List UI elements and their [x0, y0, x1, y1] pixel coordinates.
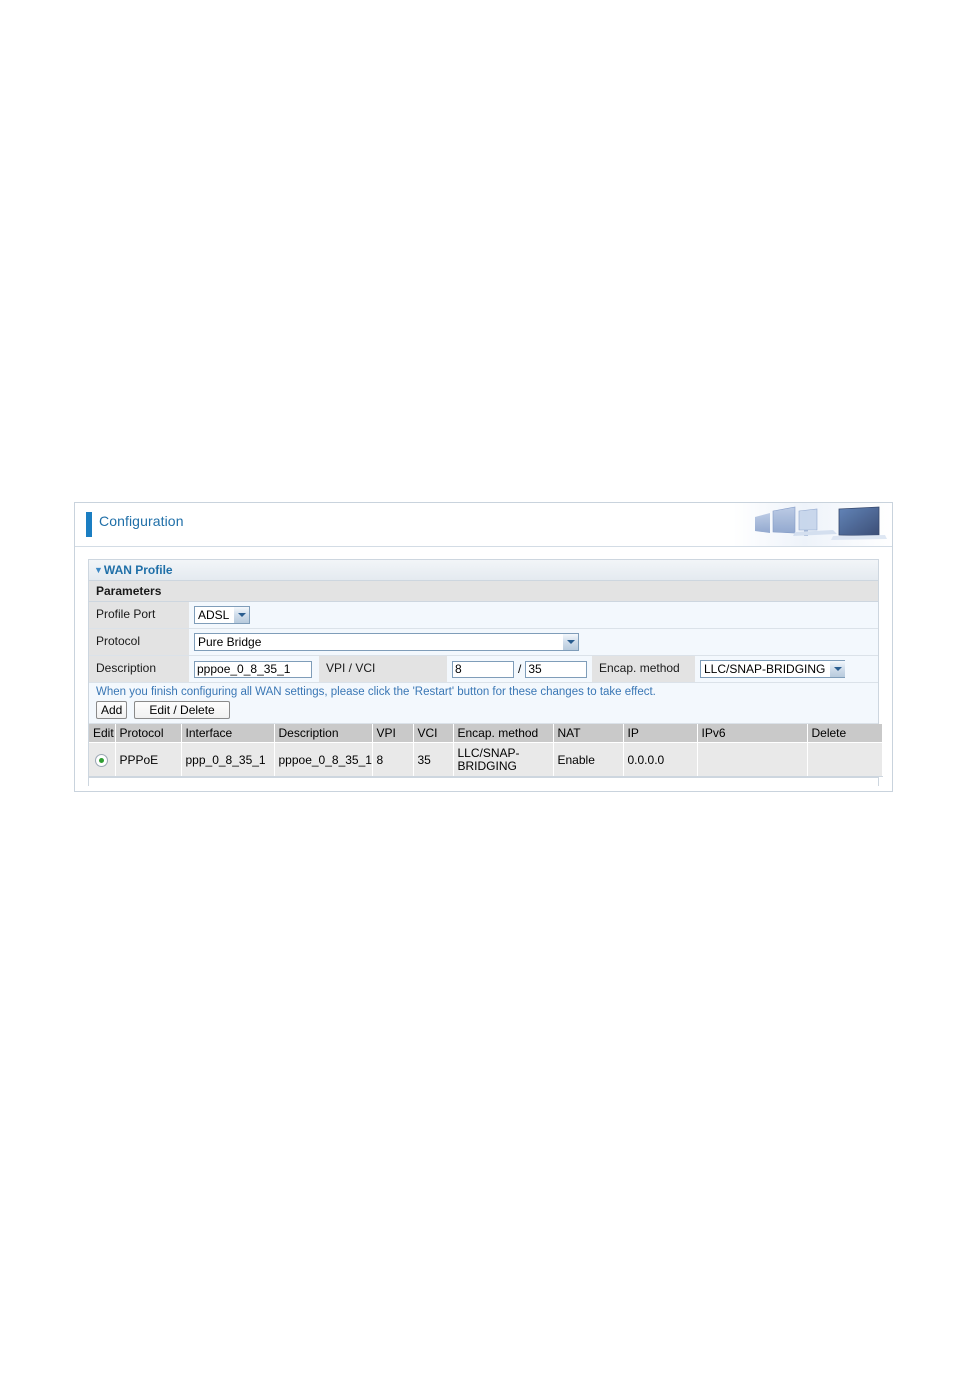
cell-delete[interactable] — [807, 742, 883, 777]
vpi-input[interactable] — [452, 660, 514, 678]
table-header-row: Edit Protocol Interface Description VPI … — [89, 724, 883, 743]
profile-port-value: ADSL — [198, 608, 230, 622]
cell-vpi: 8 — [372, 742, 414, 777]
row-protocol: Protocol Pure Bridge — [89, 629, 878, 656]
chevron-down-icon[interactable] — [829, 661, 846, 677]
encap-method-value: LLC/SNAP-BRIDGING — [704, 662, 826, 676]
label-profile-port: Profile Port — [89, 602, 189, 628]
notice-and-actions: When you finish configuring all WAN sett… — [89, 683, 878, 724]
cell-ipv6 — [697, 742, 808, 777]
cell-edit-radio[interactable] — [89, 742, 116, 777]
label-encap-method: Encap. method — [592, 656, 695, 682]
field-profile-port: ADSL — [189, 602, 878, 628]
radio-selected-icon[interactable] — [95, 753, 109, 767]
protocol-value: Pure Bridge — [198, 635, 262, 649]
field-encap-method: LLC/SNAP-BRIDGING — [695, 656, 878, 682]
col-description: Description — [274, 724, 373, 743]
section-header-wan-profile[interactable]: ▼WAN Profile — [89, 560, 878, 581]
col-vpi: VPI — [372, 724, 414, 743]
restart-notice-text: When you finish configuring all WAN sett… — [96, 686, 656, 698]
col-delete: Delete — [807, 724, 883, 743]
col-interface: Interface — [181, 724, 275, 743]
vci-input[interactable] — [525, 660, 588, 678]
triangle-down-icon[interactable]: ▼ — [94, 560, 103, 580]
parameters-subheader: Parameters — [89, 581, 878, 602]
field-description — [189, 656, 319, 682]
vpi-vci-separator: / — [518, 662, 522, 676]
cell-interface: ppp_0_8_35_1 — [181, 742, 275, 777]
field-vpi-vci: / — [447, 656, 592, 682]
section-title-label: WAN Profile — [103, 563, 173, 577]
edit-delete-button[interactable]: Edit / Delete — [134, 701, 230, 719]
cell-nat: Enable — [553, 742, 624, 777]
col-protocol: Protocol — [115, 724, 182, 743]
wan-profile-table: Edit Protocol Interface Description VPI … — [89, 724, 883, 777]
cell-ip: 0.0.0.0 — [623, 742, 698, 777]
cell-vci: 35 — [413, 742, 454, 777]
label-vpi-vci: VPI / VCI — [319, 656, 447, 682]
col-vci: VCI — [413, 724, 454, 743]
encap-method-select[interactable]: LLC/SNAP-BRIDGING — [700, 660, 846, 678]
table-footer-spacer — [89, 777, 878, 786]
cell-description: pppoe_0_8_35_1 — [274, 742, 373, 777]
chevron-down-icon[interactable] — [233, 607, 250, 623]
table-row: PPPoE ppp_0_8_35_1 pppoe_0_8_35_1 8 35 L… — [89, 742, 883, 777]
col-nat: NAT — [553, 724, 624, 743]
cell-encap: LLC/SNAP-BRIDGING — [453, 742, 554, 777]
col-ipv6: IPv6 — [697, 724, 808, 743]
protocol-select[interactable]: Pure Bridge — [194, 633, 579, 651]
router-config-panel: Configuration ▼WAN Profile Parameters Pr… — [74, 502, 893, 792]
add-button[interactable]: Add — [96, 701, 128, 719]
row-description-vpi-encap: Description VPI / VCI / Encap. method LL… — [89, 656, 878, 683]
col-ip: IP — [623, 724, 698, 743]
page-title: Configuration — [99, 513, 184, 529]
description-input[interactable] — [194, 660, 312, 678]
field-protocol: Pure Bridge — [189, 629, 878, 655]
page-header: Configuration — [75, 503, 892, 547]
wan-profile-section: ▼WAN Profile Parameters Profile Port ADS… — [88, 559, 883, 786]
action-buttons: Add Edit / Delete — [96, 701, 878, 719]
col-edit: Edit — [89, 724, 116, 743]
panel-body: ▼WAN Profile Parameters Profile Port ADS… — [75, 547, 892, 786]
chevron-down-icon[interactable] — [562, 634, 578, 650]
cell-protocol: PPPoE — [115, 742, 182, 777]
row-profile-port: Profile Port ADSL — [89, 602, 878, 629]
col-encap: Encap. method — [453, 724, 554, 743]
office-monitors-banner-icon — [733, 503, 892, 546]
label-protocol: Protocol — [89, 629, 189, 655]
profile-port-select[interactable]: ADSL — [194, 606, 250, 624]
label-description: Description — [89, 656, 189, 682]
header-accent-bar — [86, 512, 92, 537]
